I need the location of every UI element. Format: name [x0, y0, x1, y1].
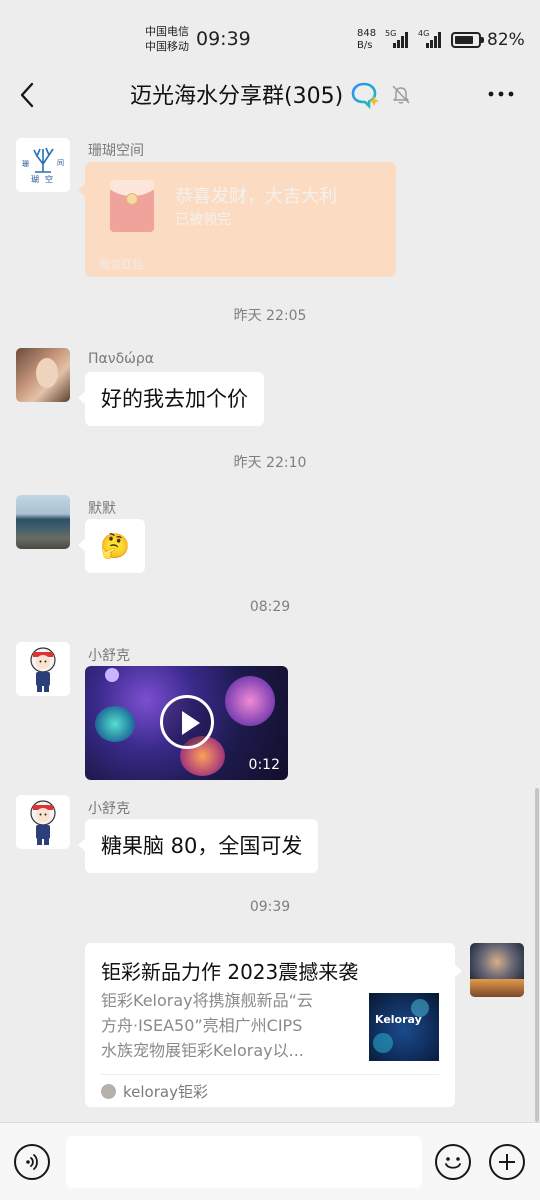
- chat-title[interactable]: 迈光海水分享群(305): [130, 78, 343, 110]
- net-speed-unit: B/s: [357, 40, 373, 51]
- carrier-2: 中国移动: [145, 40, 189, 53]
- thumbnail-brand: Keloray: [375, 1013, 422, 1026]
- timestamp: 昨天 22:05: [233, 308, 307, 324]
- net-speed-value: 848: [357, 28, 377, 39]
- avatar-text-3: 瑚: [31, 174, 39, 184]
- carrier-1: 中国电信: [145, 25, 189, 38]
- battery-icon: [451, 32, 484, 48]
- sender-name: 小舒克: [88, 648, 130, 664]
- timestamp: 08:29: [249, 599, 291, 615]
- sender-name: Πανδώρα: [88, 351, 154, 367]
- timestamp: 09:39: [249, 899, 291, 915]
- video-duration: 0:12: [248, 757, 280, 773]
- cartoon-pilot-icon: [30, 800, 56, 845]
- message-bubble[interactable]: 好的我去加个价: [78, 372, 264, 426]
- more-options-icon[interactable]: [486, 82, 516, 106]
- avatar-text-1: 珊: [22, 160, 29, 168]
- avatar-text-2: 间: [57, 159, 64, 167]
- message-input[interactable]: [66, 1136, 422, 1188]
- avatar-text-4: 空: [45, 174, 53, 184]
- battery-percent: 82%: [487, 30, 525, 50]
- card-thumbnail: Keloray: [369, 993, 439, 1061]
- emoji-message[interactable]: 🤔: [78, 519, 145, 573]
- sim1-signal-icon: 5G: [385, 29, 413, 48]
- card-desc-line: 方舟·ISEA50”亮相广州CIPS: [101, 1016, 303, 1035]
- avatar[interactable]: 珊 间 瑚 空: [16, 138, 70, 192]
- red-envelope-icon: [110, 180, 154, 232]
- card-desc-line: 钜彩Keloray将携旗舰新品“云: [101, 991, 313, 1010]
- red-packet-status: 已被领完: [175, 212, 231, 228]
- timestamp: 昨天 22:10: [233, 455, 307, 471]
- plus-icon: [499, 1154, 515, 1170]
- play-icon[interactable]: [160, 695, 214, 749]
- net-speed: 848 B/s: [357, 28, 376, 52]
- red-packet-footer: 微信红包: [99, 258, 143, 271]
- source-logo-icon: [101, 1084, 116, 1099]
- avatar[interactable]: [470, 943, 524, 997]
- link-card-message[interactable]: 钜彩新品力作 2023震撼来袭 钜彩Keloray将携旗舰新品“云 方舟·ISE…: [85, 943, 462, 1107]
- scrollbar[interactable]: [535, 788, 539, 1122]
- red-packet-title: 恭喜发财，大吉大利: [175, 186, 337, 207]
- smiley-icon: [445, 1157, 461, 1169]
- ai-assistant-icon[interactable]: [351, 81, 381, 109]
- card-desc-line: 水族宠物展钜彩Keloray以...: [101, 1041, 304, 1060]
- sender-name: 默默: [88, 501, 116, 517]
- sender-name: 珊瑚空间: [88, 143, 144, 159]
- cartoon-pilot-icon: [30, 647, 56, 692]
- card-title: 钜彩新品力作 2023震撼来袭: [101, 960, 359, 984]
- coral-logo-icon: 珊 间 瑚 空: [22, 147, 64, 184]
- more-functions-button[interactable]: [489, 1144, 525, 1180]
- avatar[interactable]: [16, 495, 70, 549]
- video-message[interactable]: 0:12: [85, 666, 288, 780]
- chat-header: 迈光海水分享群(305): [0, 70, 540, 120]
- sim2-signal-icon: 4G: [418, 29, 446, 48]
- voice-input-button[interactable]: [14, 1144, 50, 1180]
- emoji-button[interactable]: [435, 1144, 471, 1180]
- back-arrow-icon[interactable]: [14, 80, 44, 110]
- divider: [101, 1074, 439, 1075]
- avatar[interactable]: [16, 795, 70, 849]
- input-bar: [0, 1122, 540, 1200]
- card-source: keloray钜彩: [123, 1083, 208, 1101]
- status-bar: 中国电信 中国移动 09:39 848 B/s 5G 4G 82%: [0, 0, 540, 70]
- avatar[interactable]: [16, 348, 70, 402]
- carrier-names: 中国电信 中国移动: [145, 24, 189, 54]
- sender-name: 小舒克: [88, 801, 130, 817]
- red-packet-message[interactable]: 恭喜发财，大吉大利 已被领完 微信红包: [78, 162, 396, 277]
- card-description: 钜彩Keloray将携旗舰新品“云 方舟·ISEA50”亮相广州CIPS 水族宠…: [101, 988, 353, 1063]
- avatar[interactable]: [16, 642, 70, 696]
- message-bubble[interactable]: 糖果脑 80，全国可发: [77, 819, 319, 873]
- mute-bell-icon: [392, 85, 410, 104]
- status-clock: 09:39: [196, 28, 251, 50]
- voice-icon: [26, 1154, 38, 1170]
